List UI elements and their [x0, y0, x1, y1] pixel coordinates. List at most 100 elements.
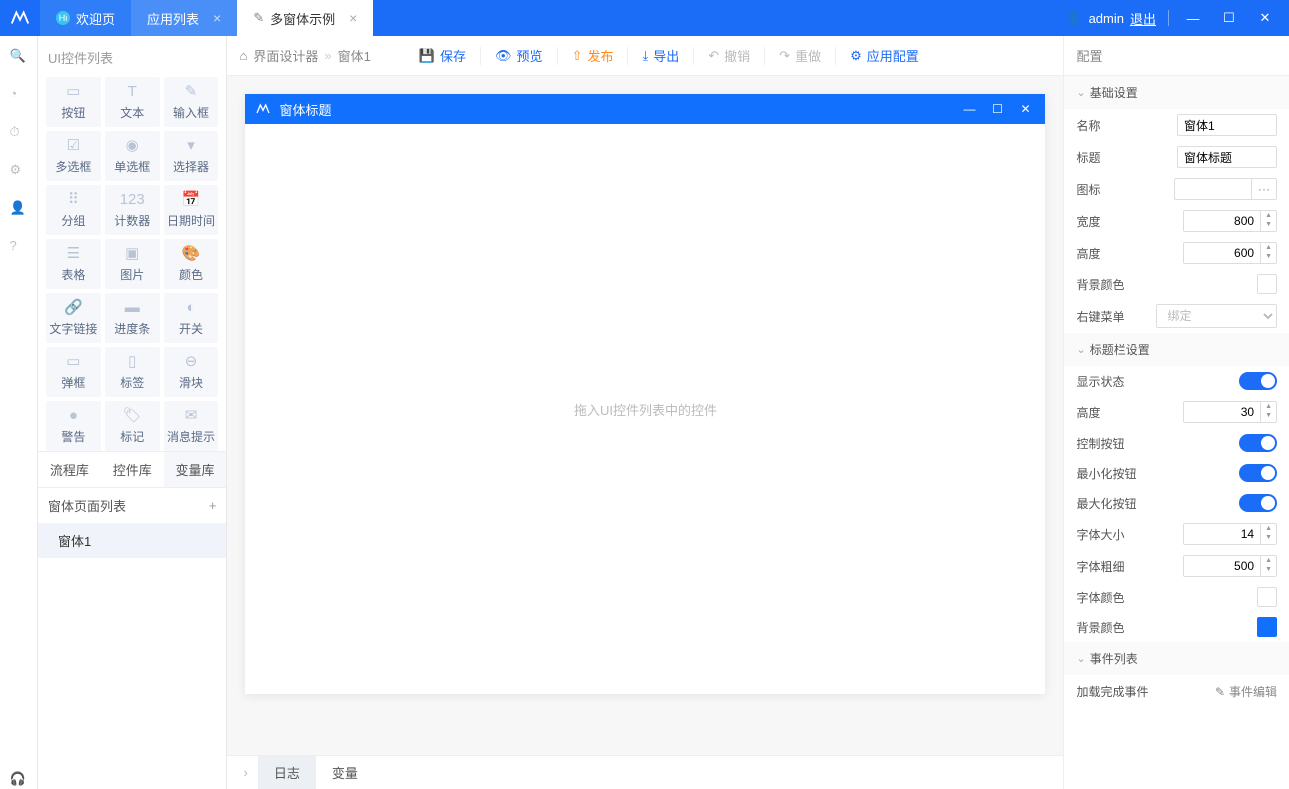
widget-item[interactable]: 🎨颜色 [164, 239, 219, 289]
widget-label: 输入框 [173, 104, 209, 121]
win-maximize-icon[interactable]: ☐ [987, 102, 1007, 116]
redo-button[interactable]: ↷重做 [765, 36, 835, 76]
widget-item[interactable]: ◉单选框 [105, 131, 160, 181]
widget-label: 标记 [120, 428, 144, 445]
save-button[interactable]: 💾保存 [405, 36, 480, 76]
libtab-flow[interactable]: 流程库 [38, 452, 101, 487]
export-button[interactable]: ⤓导出 [628, 36, 693, 76]
tab-log[interactable]: 日志 [258, 755, 316, 789]
section-titlebar[interactable]: 标题栏设置 [1064, 333, 1289, 366]
show-toggle[interactable] [1239, 372, 1277, 390]
libtab-widget[interactable]: 控件库 [101, 452, 164, 487]
fontsize-input[interactable] [1183, 523, 1261, 545]
bgcolor-swatch[interactable] [1257, 274, 1277, 294]
title-input[interactable] [1177, 146, 1277, 168]
rail-user-icon[interactable]: 👤 [9, 200, 27, 218]
libtab-variable[interactable]: 变量库 [164, 452, 227, 487]
widget-item[interactable]: ▣图片 [105, 239, 160, 289]
win-close-icon[interactable]: ✕ [1015, 102, 1035, 116]
publish-button[interactable]: ⇧发布 [558, 36, 628, 76]
widget-item[interactable]: ✉消息提示 [164, 401, 219, 451]
ctrlbtn-toggle[interactable] [1239, 434, 1277, 452]
app-logo [0, 7, 40, 29]
tab-app-list[interactable]: 应用列表 × [131, 0, 237, 36]
rail-help-icon[interactable]: ? [9, 238, 27, 256]
widget-item[interactable]: ☑多选框 [46, 131, 101, 181]
section-basic[interactable]: 基础设置 [1064, 76, 1289, 109]
fontcolor-swatch[interactable] [1257, 587, 1277, 607]
tb-height-input[interactable] [1183, 401, 1261, 423]
win-minimize-icon[interactable]: — [959, 102, 979, 116]
widget-label: 多选框 [55, 158, 91, 175]
widget-item[interactable]: ▭弹框 [46, 347, 101, 397]
widget-item[interactable]: ◐开关 [164, 293, 219, 343]
widget-item[interactable]: ▭按钮 [46, 77, 101, 127]
minbtn-toggle[interactable] [1239, 464, 1277, 482]
widget-item[interactable]: 🔗文字链接 [46, 293, 101, 343]
contextmenu-select[interactable]: 绑定 [1156, 304, 1277, 328]
widget-icon: 🏷 [123, 408, 142, 424]
widget-item[interactable]: 🏷 标记 [105, 401, 160, 451]
width-input[interactable] [1183, 210, 1261, 232]
chevron-right-icon[interactable]: › [233, 765, 257, 780]
formlist-title: 窗体页面列表 [48, 496, 126, 515]
close-icon[interactable]: × [213, 10, 221, 26]
fontweight-input[interactable] [1183, 555, 1261, 577]
tab-welcome[interactable]: Hi 欢迎页 [40, 0, 131, 36]
widget-item[interactable]: 📅日期时间 [164, 185, 219, 235]
undo-button[interactable]: ↶撤销 [694, 36, 764, 76]
design-window[interactable]: 窗体标题 — ☐ ✕ 拖入UI控件列表中的控件 [245, 94, 1045, 694]
widget-list-title: UI控件列表 [38, 36, 227, 77]
section-events[interactable]: 事件列表 [1064, 642, 1289, 675]
name-input[interactable] [1177, 114, 1277, 136]
widget-item[interactable]: ▾选择器 [164, 131, 219, 181]
widget-item[interactable]: T文本 [105, 77, 160, 127]
window-minimize[interactable]: — [1181, 11, 1205, 26]
form-item[interactable]: 窗体1 [38, 523, 227, 558]
widget-item[interactable]: ●警告 [46, 401, 101, 451]
event-edit-button[interactable]: ✎事件编辑 [1215, 683, 1277, 700]
rail-chart-icon[interactable]: ◔ [9, 86, 27, 104]
canvas[interactable]: 窗体标题 — ☐ ✕ 拖入UI控件列表中的控件 › 日志 变量 [227, 76, 1063, 789]
tab-variable[interactable]: 变量 [316, 755, 374, 789]
rail-settings-icon[interactable]: ⚙ [9, 162, 27, 180]
window-maximize[interactable]: ☐ [1217, 10, 1241, 26]
rocket-icon: ⇧ [572, 48, 583, 64]
app-titlebar: Hi 欢迎页 应用列表 × ✎ 多窗体示例 × 👤 admin 退出 — ☐ ✕ [0, 0, 1289, 36]
window-close[interactable]: ✕ [1253, 10, 1277, 26]
widget-item[interactable]: ▬ 进度条 [105, 293, 160, 343]
add-form-button[interactable]: + [209, 498, 217, 513]
widget-item[interactable]: ✎输入框 [164, 77, 219, 127]
widget-label: 进度条 [114, 320, 150, 337]
widget-item[interactable]: ▯标签 [105, 347, 160, 397]
home-icon: ⌂ [239, 48, 247, 63]
widget-item[interactable]: 123计数器 [105, 185, 160, 235]
rail-headset-icon[interactable]: 🎧 [9, 771, 27, 789]
drop-zone[interactable]: 拖入UI控件列表中的控件 [245, 124, 1045, 694]
widget-icon: ▬ [125, 300, 140, 316]
close-icon[interactable]: × [349, 10, 357, 26]
widget-label: 图片 [120, 266, 144, 283]
height-input[interactable] [1183, 242, 1261, 264]
widget-item[interactable]: ⊖滑块 [164, 347, 219, 397]
rail-timer-icon[interactable]: ⏱ [9, 124, 27, 142]
widget-item[interactable]: ⠿分组 [46, 185, 101, 235]
gear-icon: ⚙ [850, 48, 862, 64]
logout-link[interactable]: 退出 [1130, 9, 1156, 28]
rail-search-icon[interactable]: 🔍 [9, 48, 27, 66]
widget-icon: ▾ [187, 138, 195, 154]
widget-label: 开关 [179, 320, 203, 337]
preview-button[interactable]: 👁预览 [481, 36, 557, 76]
tb-bgcolor-swatch[interactable] [1257, 617, 1277, 637]
widget-icon: ▯ [128, 354, 136, 370]
widget-item[interactable]: ☰表格 [46, 239, 101, 289]
user-info[interactable]: 👤 admin 退出 [1066, 9, 1156, 28]
app-config-button[interactable]: ⚙应用配置 [836, 36, 933, 76]
maxbtn-toggle[interactable] [1239, 494, 1277, 512]
panel-title: 配置 [1064, 36, 1289, 76]
widget-icon: ⊖ [185, 354, 198, 370]
icon-picker-button[interactable]: ··· [1252, 178, 1277, 200]
icon-input[interactable] [1174, 178, 1252, 200]
window-titlebar: 窗体标题 — ☐ ✕ [245, 94, 1045, 124]
tab-multi-window[interactable]: ✎ 多窗体示例 × [237, 0, 373, 36]
